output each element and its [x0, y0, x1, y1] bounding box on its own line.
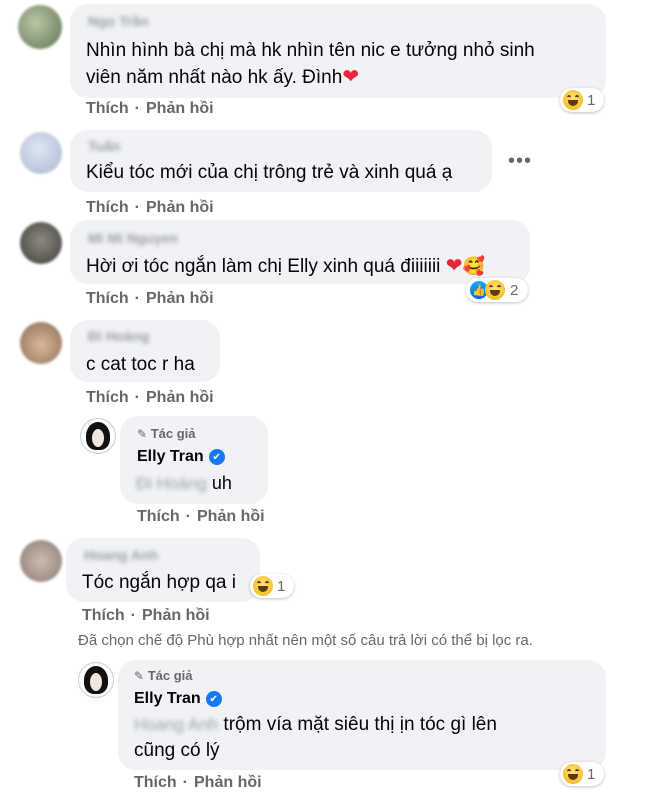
- reply-actions: Thích · Phản hồi: [137, 508, 265, 526]
- like-button[interactable]: Thích: [86, 199, 129, 217]
- reply-text: cũng có lý: [134, 740, 220, 761]
- comment-actions: Thích · Phản hồi: [86, 100, 214, 118]
- reply-button[interactable]: Phản hồi: [146, 389, 214, 407]
- heart-emoji: ❤: [342, 66, 360, 88]
- comment-text: viên năm nhất nào hk ấy. Đình❤: [86, 66, 360, 88]
- like-button[interactable]: Thích: [86, 290, 129, 308]
- heart-emoji: ❤: [445, 255, 463, 277]
- avatar[interactable]: [20, 222, 62, 264]
- verified-check-icon: ✔: [208, 449, 225, 465]
- verified-check-icon: ✔: [205, 691, 222, 707]
- comment-text: Nhìn hình bà chị mà hk nhìn tên nic e tư…: [86, 40, 535, 61]
- comment-text: Kiểu tóc mới của chị trông trẻ và xinh q…: [86, 162, 453, 183]
- more-options-icon[interactable]: •••: [508, 150, 532, 173]
- like-button[interactable]: Thích: [86, 389, 129, 407]
- reply-button[interactable]: Phản hồi: [146, 100, 214, 118]
- comment-actions: Thích · Phản hồi: [86, 389, 214, 407]
- mention-link[interactable]: Hoang Anh: [134, 715, 218, 734]
- reaction-summary[interactable]: 1: [560, 88, 604, 112]
- smiling-face-hearts-emoji: 🥰: [462, 256, 485, 276]
- like-button[interactable]: Thích: [86, 100, 129, 118]
- reply-button[interactable]: Phản hồi: [197, 508, 265, 526]
- reply-text: Đi Hoàng uh: [136, 473, 232, 493]
- reaction-summary[interactable]: 1: [250, 574, 294, 598]
- commenter-name[interactable]: Hoang Anh: [84, 547, 158, 563]
- like-button[interactable]: Thích: [134, 774, 177, 792]
- comment-text: Tóc ngắn hợp qa i: [82, 572, 237, 593]
- reply-button[interactable]: Phản hồi: [146, 290, 214, 308]
- commenter-name[interactable]: Tuấn: [88, 138, 120, 154]
- commenter-name[interactable]: Ngọ Trần: [88, 13, 149, 29]
- comment-text: c cat toc r ha: [86, 354, 195, 375]
- avatar[interactable]: [18, 5, 62, 49]
- reply-text: Hoang Anh trộm vía mặt siêu thị ịn tóc g…: [134, 714, 497, 735]
- avatar[interactable]: [20, 132, 62, 174]
- avatar[interactable]: [20, 322, 62, 364]
- like-button[interactable]: Thích: [137, 508, 180, 526]
- haha-reaction-icon: [485, 280, 505, 300]
- haha-reaction-icon: [563, 90, 583, 110]
- like-button[interactable]: Thích: [82, 607, 125, 625]
- reaction-summary[interactable]: 👍 2: [466, 278, 528, 302]
- avatar[interactable]: [20, 540, 62, 582]
- reply-button[interactable]: Phản hồi: [146, 199, 214, 217]
- commenter-name[interactable]: Đi Hoàng: [88, 328, 149, 344]
- reaction-summary[interactable]: 1: [560, 762, 604, 786]
- reply-author-name[interactable]: Elly Tran ✔: [134, 690, 222, 708]
- pencil-icon: ✎: [134, 669, 145, 683]
- author-badge: ✎ Tác giả: [134, 668, 193, 683]
- filter-notice: Đã chọn chế độ Phù hợp nhất nên một số c…: [78, 632, 533, 649]
- comment-text: Hời ơi tóc ngắn làm chị Elly xinh quá đi…: [86, 255, 485, 277]
- comment-actions: Thích · Phản hồi: [82, 607, 210, 625]
- reply-actions: Thích · Phản hồi: [134, 774, 262, 792]
- author-avatar[interactable]: [80, 418, 116, 454]
- author-badge: ✎ Tác giả: [137, 426, 196, 441]
- haha-reaction-icon: [253, 576, 273, 596]
- pencil-icon: ✎: [137, 427, 148, 441]
- comment-actions: Thích · Phản hồi: [86, 290, 214, 308]
- reply-button[interactable]: Phản hồi: [142, 607, 210, 625]
- reply-button[interactable]: Phản hồi: [194, 774, 262, 792]
- commenter-name[interactable]: Mi Mi Nguyen: [88, 230, 178, 246]
- mention-link[interactable]: Đi Hoàng: [136, 474, 207, 493]
- reply-author-name[interactable]: Elly Tran ✔: [137, 448, 225, 466]
- author-avatar[interactable]: [78, 662, 114, 698]
- haha-reaction-icon: [563, 764, 583, 784]
- comment-actions: Thích · Phản hồi: [86, 199, 214, 217]
